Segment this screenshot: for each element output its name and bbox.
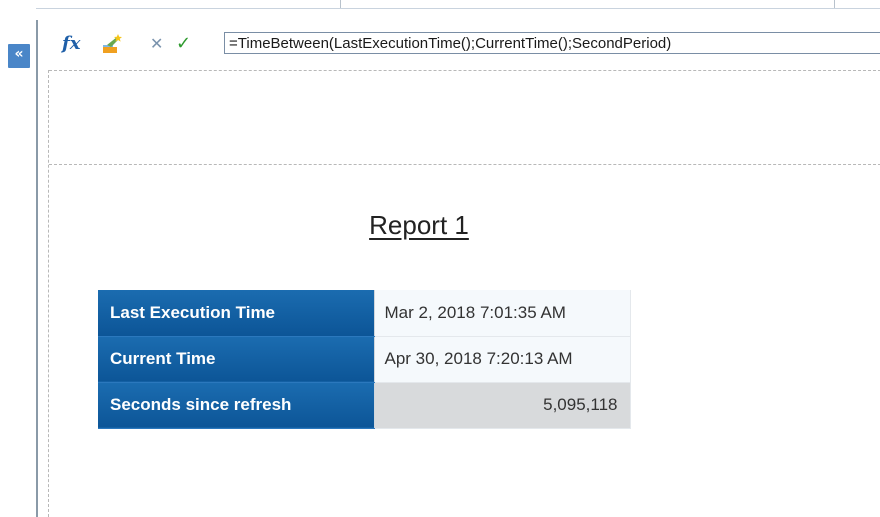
left-panel-divider[interactable] <box>36 20 38 517</box>
magic-wand-icon[interactable] <box>102 34 124 54</box>
collapse-icon: « <box>14 46 24 62</box>
table-row[interactable]: Seconds since refresh 5,095,118 <box>98 382 631 429</box>
left-panel: « <box>0 20 36 517</box>
table-row[interactable]: Current Time Apr 30, 2018 7:20:13 AM <box>98 336 631 383</box>
report-title[interactable]: Report 1 <box>49 210 789 241</box>
row-value-cell[interactable]: Apr 30, 2018 7:20:13 AM <box>374 336 631 383</box>
tab-separator <box>340 0 341 8</box>
report-header-section[interactable] <box>49 70 880 165</box>
row-header-cell[interactable]: Last Execution Time <box>98 290 375 337</box>
report-canvas: Report 1 Last Execution Time Mar 2, 2018… <box>48 70 880 517</box>
collapse-panel-button[interactable]: « <box>8 44 30 68</box>
tab-baseline <box>36 0 880 9</box>
formula-toolbar: fx ✕ ✓ =TimeBetween(LastExecutionTime();… <box>46 24 880 62</box>
tab-separator <box>834 0 835 8</box>
top-tab-strip <box>0 0 880 20</box>
app-window: « fx ✕ ✓ =TimeBetween(LastExecutionTime(… <box>0 0 880 517</box>
row-header-cell[interactable]: Current Time <box>98 336 375 383</box>
table-row[interactable]: Last Execution Time Mar 2, 2018 7:01:35 … <box>98 290 631 337</box>
selected-value-cell[interactable]: 5,095,118 <box>374 382 631 429</box>
formula-input[interactable]: =TimeBetween(LastExecutionTime();Current… <box>224 32 880 54</box>
report-table[interactable]: Last Execution Time Mar 2, 2018 7:01:35 … <box>98 290 631 429</box>
fx-icon[interactable]: fx <box>62 34 88 54</box>
row-value-cell[interactable]: Mar 2, 2018 7:01:35 AM <box>374 290 631 337</box>
check-icon[interactable]: ✓ <box>176 34 196 54</box>
row-header-cell[interactable]: Seconds since refresh <box>98 382 375 429</box>
cancel-icon[interactable]: ✕ <box>150 34 164 54</box>
